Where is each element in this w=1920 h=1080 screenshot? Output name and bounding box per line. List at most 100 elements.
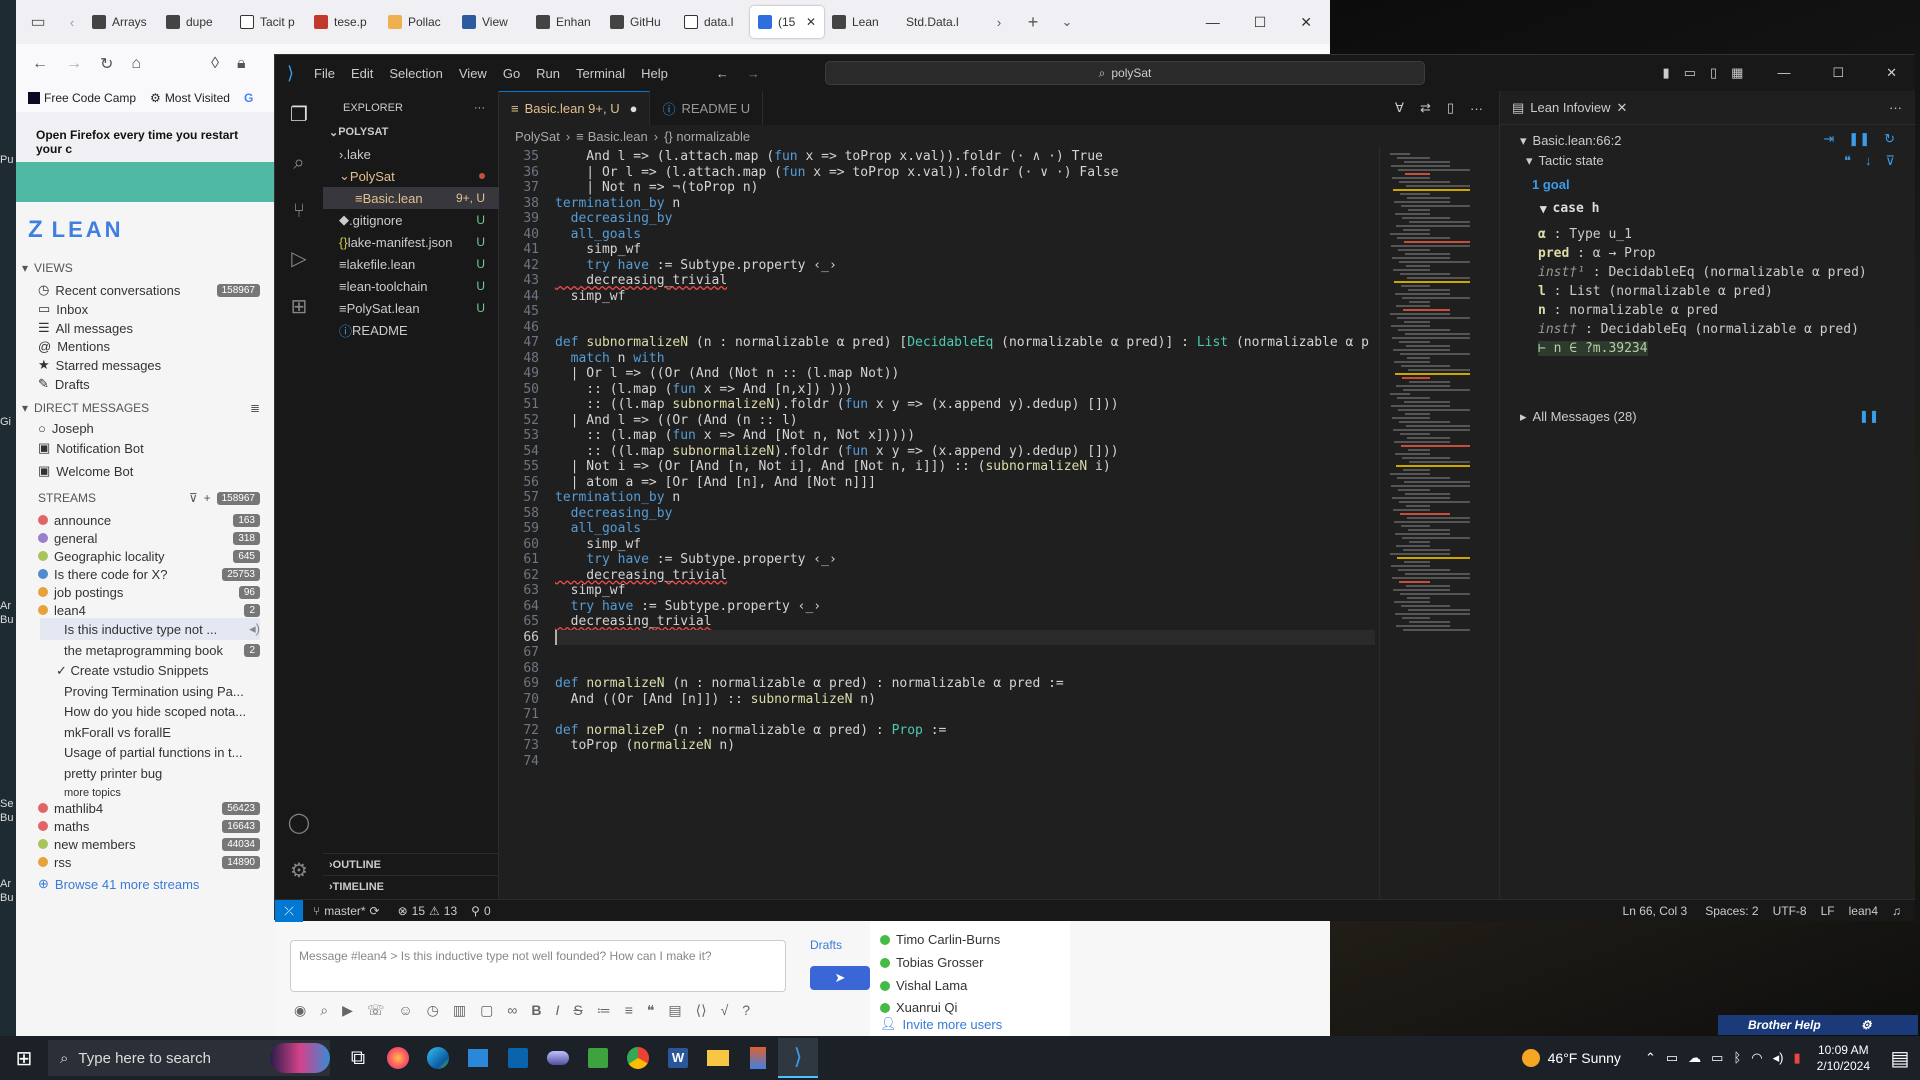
onedrive-icon[interactable]: ☁ [1688, 1050, 1701, 1066]
code-line[interactable]: :: (l.map (fun x => And [n,x]) ))) [555, 382, 852, 397]
strikethrough-icon[interactable]: S [573, 1002, 582, 1019]
bookmark-item[interactable]: Free Code Camp [28, 91, 136, 105]
code-line[interactable]: :: ((l.map subnormalizeN).foldr (fun x y… [555, 397, 1118, 412]
all-messages-header[interactable]: ▸ All Messages (28) [1520, 409, 1637, 425]
search-icon[interactable]: ⌕ [287, 151, 311, 175]
math-icon[interactable]: √ [721, 1002, 729, 1019]
drafts-link[interactable]: Drafts [810, 938, 842, 952]
eol[interactable]: LF [1821, 904, 1835, 918]
windows-start-icon[interactable]: ⊞ [0, 1038, 48, 1078]
gear-icon[interactable]: ⚙ [1861, 1018, 1872, 1032]
firefox-icon[interactable] [378, 1038, 418, 1078]
code-line[interactable]: :: (l.map (fun x => And [Not n, Not x]))… [555, 428, 915, 443]
user-item[interactable]: Vishal Lama [880, 978, 967, 993]
add-icon[interactable]: + [204, 491, 211, 505]
user-item[interactable]: Tobias Grosser [880, 955, 983, 970]
browser-tab[interactable]: Lean [824, 6, 898, 38]
code-line[interactable]: decreasing_trivial [555, 568, 727, 583]
streams-header[interactable]: STREAMS ⊽ +158967 [38, 488, 260, 508]
battery-icon[interactable]: ▭ [1711, 1050, 1723, 1066]
hypothesis[interactable]: α : Type u_1 [1538, 225, 1867, 244]
scroll-left-icon[interactable]: ‹ [60, 15, 84, 30]
code-line[interactable]: And l => (l.attach.map (fun x => toProp … [555, 149, 1103, 164]
view-starred[interactable]: ★ Starred messages [38, 355, 260, 375]
phone-icon[interactable]: ☏ [367, 1002, 385, 1019]
breadcrumb-item[interactable]: PolySat [515, 129, 560, 144]
explorer-icon[interactable]: ❐ [287, 103, 311, 127]
pause-icon[interactable]: ❚❚ [1848, 131, 1870, 147]
link-icon[interactable]: ∞ [507, 1002, 517, 1019]
user-item[interactable]: Xuanrui Qi [880, 1000, 957, 1015]
weather-widget[interactable]: 46°F Sunny [1521, 1049, 1621, 1067]
folder-item[interactable]: › .lake [323, 143, 499, 165]
file-explorer-icon[interactable] [698, 1038, 738, 1078]
close-window-icon[interactable]: ✕ [1886, 65, 1897, 81]
code-line[interactable]: | Or l => (l.attach.map (fun x => toProp… [555, 165, 1118, 180]
app-icon[interactable] [538, 1038, 578, 1078]
edge-icon[interactable] [418, 1038, 458, 1078]
topic-item[interactable]: ✓ Create vstudio Snippets [56, 660, 260, 682]
code-line[interactable]: def normalizeN (n : normalizable α pred)… [555, 676, 1064, 691]
code-line[interactable]: toProp (normalizeN n) [555, 738, 735, 753]
browser-tab[interactable]: data.l [676, 6, 750, 38]
split-editor-icon[interactable]: ▯ [1447, 100, 1454, 116]
maximize-icon[interactable]: ☐ [1254, 14, 1267, 31]
file-item[interactable]: ⓘ README [323, 319, 499, 341]
stream-item[interactable]: rss 14890 [38, 852, 260, 872]
code-line[interactable]: try have := Subtype.property ‹_› [555, 552, 836, 567]
view-mentions[interactable]: @ Mentions [38, 336, 260, 356]
outlook-icon[interactable] [498, 1038, 538, 1078]
help-icon[interactable]: ? [742, 1002, 750, 1019]
folder-item[interactable]: ⌄ PolySat [323, 165, 499, 187]
code-line[interactable]: | And l => ((Or (And (n :: l) [555, 413, 798, 428]
store-icon[interactable] [458, 1038, 498, 1078]
browser-tab[interactable]: Enhan [528, 6, 602, 38]
pin-icon[interactable]: ⇥ [1823, 131, 1834, 147]
quote-icon[interactable]: ❝ [647, 1002, 655, 1019]
tab-readme[interactable]: ⓘ README U [650, 91, 764, 125]
new-tab-icon[interactable]: + [1016, 12, 1050, 33]
shield-icon[interactable]: ◊ [211, 55, 219, 73]
arrow-down-icon[interactable]: ↓ [1865, 153, 1872, 169]
remote-icon[interactable]: ⤫ [275, 899, 303, 922]
brother-help-widget[interactable]: Brother Help ⚙ [1718, 1015, 1918, 1035]
gif-icon[interactable]: ▢ [480, 1002, 493, 1019]
close-window-icon[interactable]: ✕ [1300, 14, 1312, 31]
toggle-sidebar-icon[interactable]: ▮ [1663, 65, 1670, 81]
code-line[interactable]: | atom a => [Or [And [n], And [Not n]]] [555, 475, 876, 490]
code-line[interactable]: try have := Subtype.property ‹_› [555, 599, 821, 614]
timeline-section[interactable]: › TIMELINE [323, 875, 499, 897]
reload-icon[interactable]: ↻ [100, 54, 113, 74]
breadcrumb-item[interactable]: Basic.lean [588, 129, 648, 144]
code-line[interactable]: def subnormalizeN (n : normalizable α pr… [555, 335, 1369, 350]
taskbar-search-box[interactable]: ⌕ Type here to search [48, 1040, 330, 1076]
scroll-right-icon[interactable]: › [982, 15, 1016, 30]
infoview-location[interactable]: ▾ Basic.lean:66:2 [1520, 133, 1621, 149]
pause-icon[interactable]: ❚❚ [1859, 409, 1879, 423]
copilot-icon[interactable] [270, 1043, 330, 1073]
code-line[interactable]: decreasing_by [555, 211, 673, 226]
back-icon[interactable]: ← [32, 55, 48, 73]
minimize-icon[interactable]: — [1206, 14, 1220, 31]
view-recent-conversations[interactable]: ◷ Recent conversations 158967 [38, 280, 260, 300]
project-folder[interactable]: ⌄ POLYSAT [323, 121, 499, 143]
topic-item-active[interactable]: Is this inductive type not ... ◂) [40, 618, 260, 640]
volume-icon[interactable]: ◂) [1773, 1050, 1784, 1066]
views-header[interactable]: ▾ VIEWS [22, 258, 260, 278]
close-icon[interactable]: ✕ [1617, 100, 1628, 116]
code-line[interactable]: simp_wf [555, 289, 626, 304]
back-icon[interactable]: ← [716, 66, 729, 81]
chrome-icon[interactable] [618, 1038, 658, 1078]
notification-center-icon[interactable]: ▤ [1880, 1038, 1920, 1078]
browser-tab[interactable]: Arrays [84, 6, 158, 38]
tactic-state-header[interactable]: ▾ Tactic state [1526, 153, 1604, 169]
bookmark-item[interactable]: ⚙ Most Visited [150, 91, 230, 105]
wifi-icon[interactable]: ◠ [1751, 1050, 1762, 1066]
code-line[interactable]: simp_wf [555, 537, 641, 552]
battery-alert-icon[interactable]: ▮ [1793, 1050, 1800, 1066]
goto-icon[interactable]: ❝ [1844, 153, 1851, 169]
indentation[interactable]: Spaces: 2 [1705, 904, 1758, 918]
hypothesis[interactable]: pred : α → Prop [1538, 244, 1867, 263]
code-line[interactable]: all_goals [555, 521, 641, 536]
code-icon[interactable]: ⟨⟩ [696, 1002, 707, 1019]
